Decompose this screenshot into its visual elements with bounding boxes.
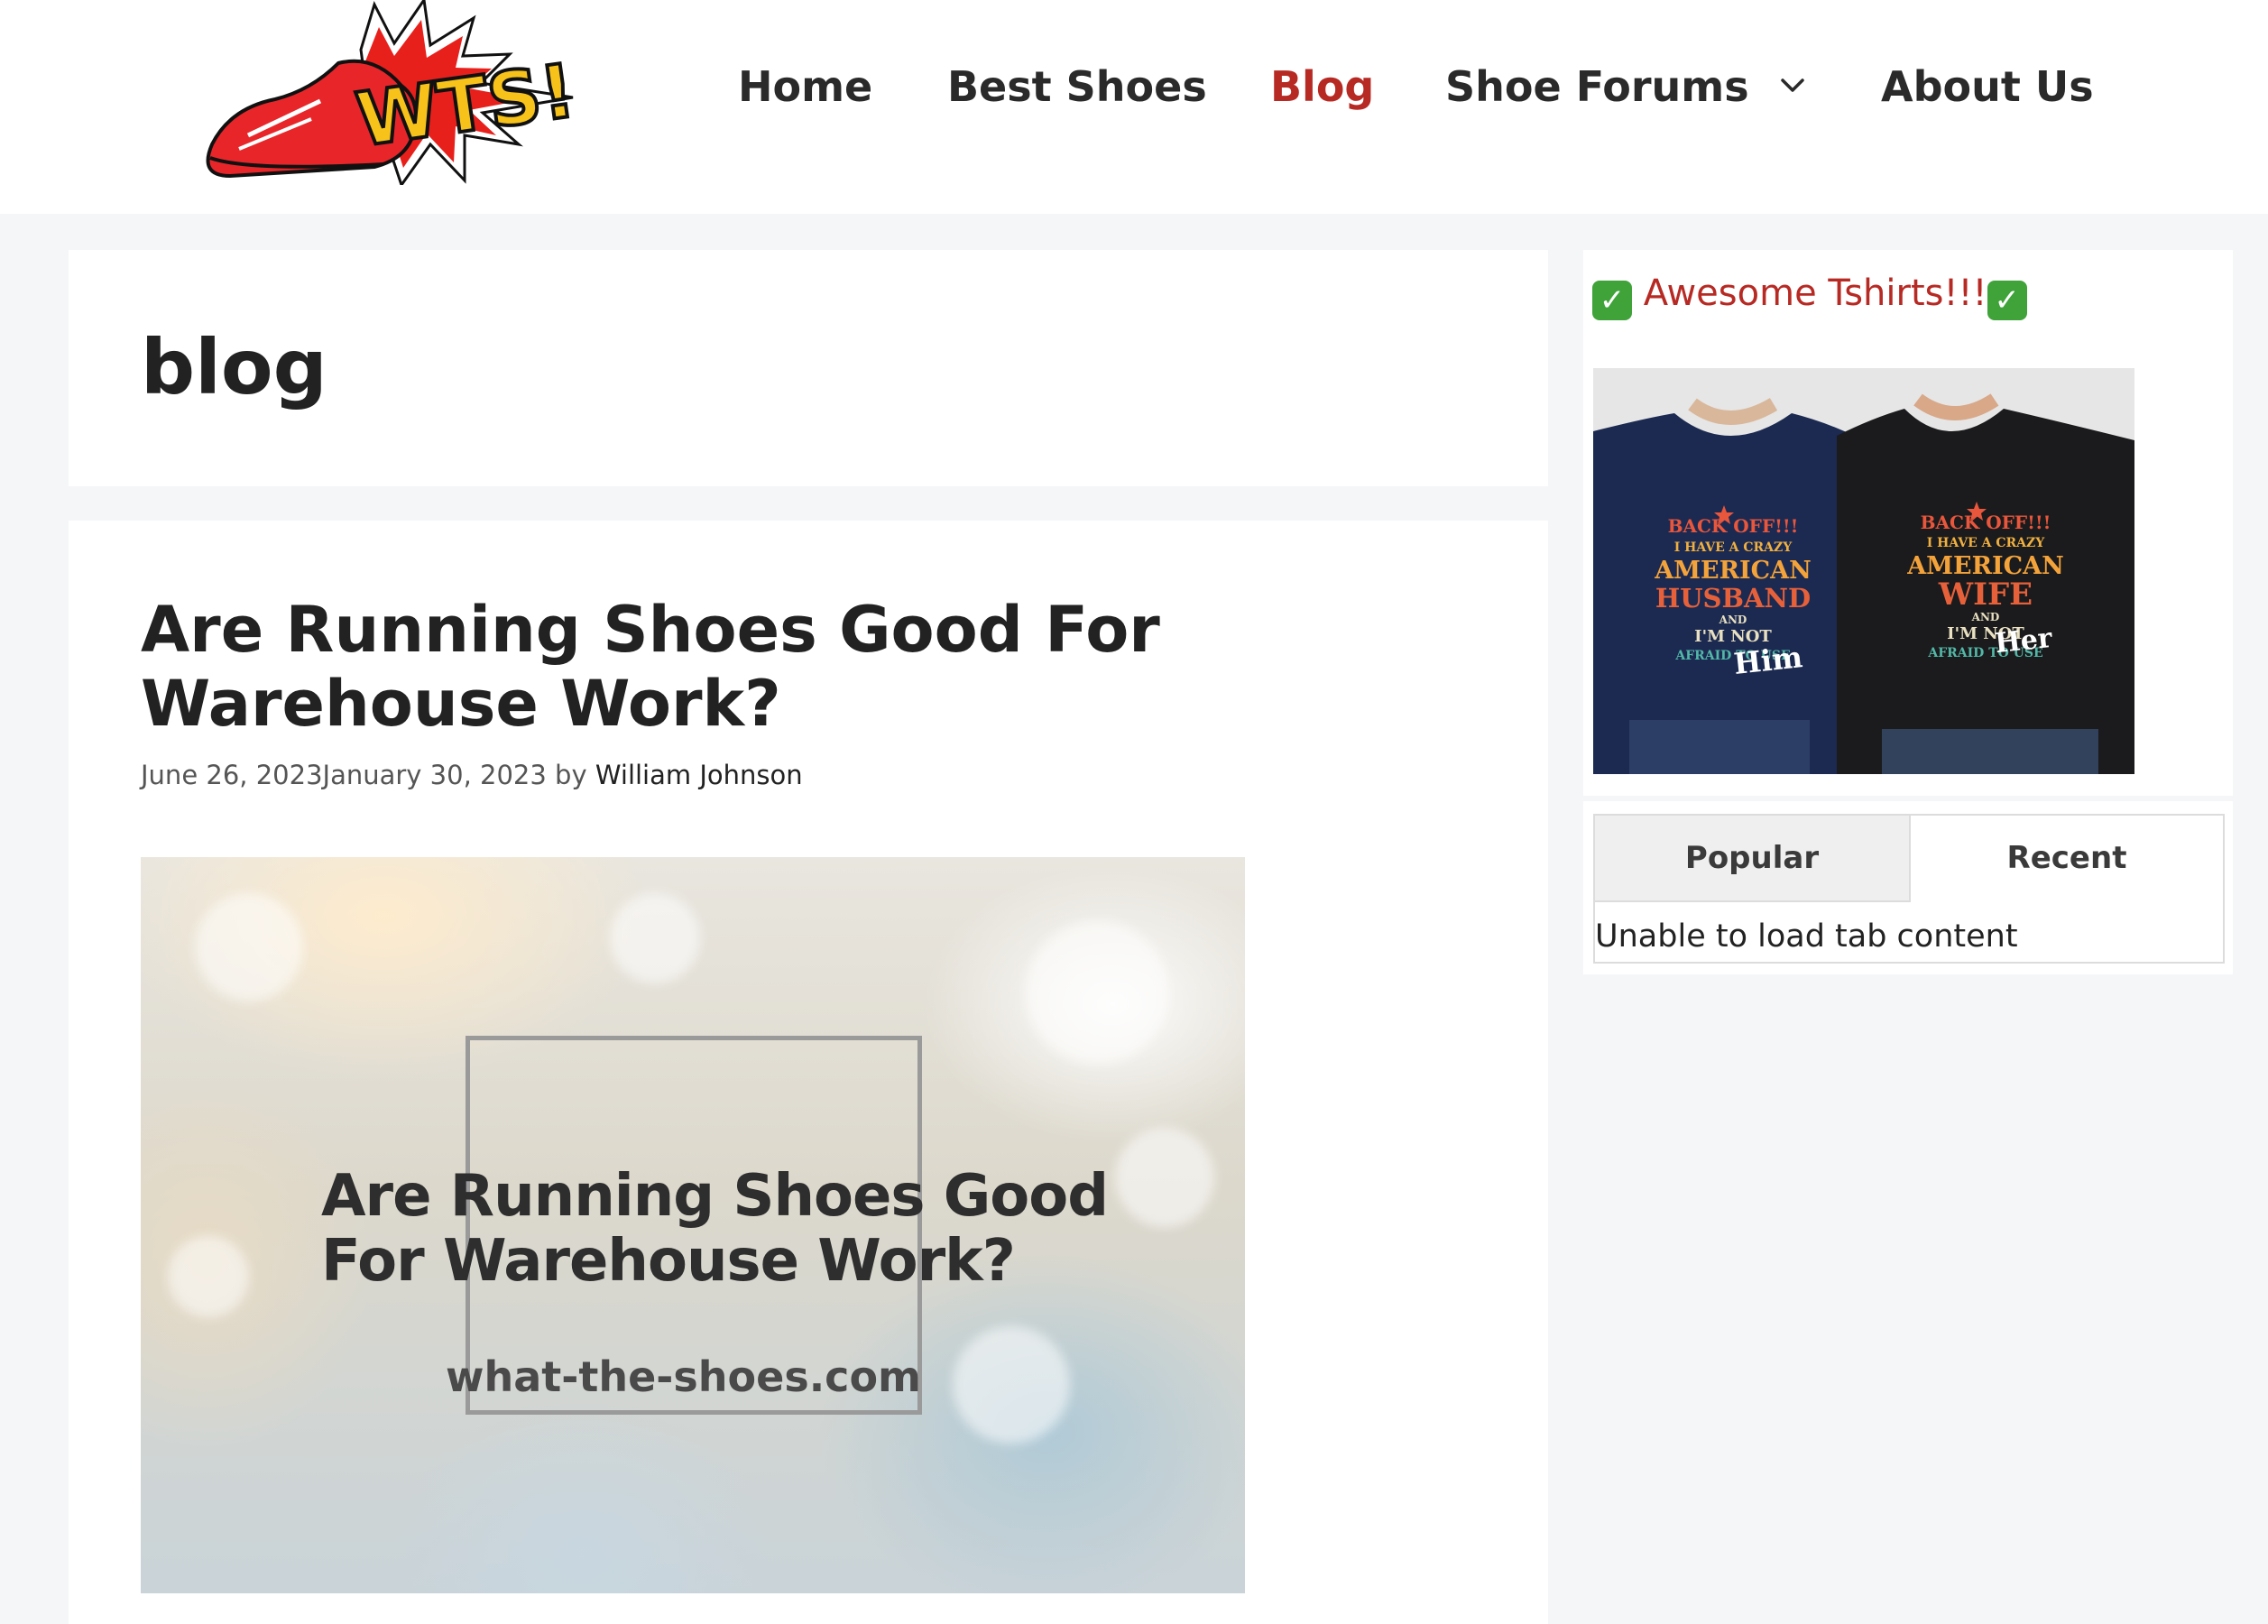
shirt1-line5: AND	[1719, 614, 1747, 626]
shirt1-line4: HUSBAND	[1655, 583, 1811, 614]
post-date-updated: January 30, 2023	[322, 760, 547, 790]
nav-home[interactable]: Home	[738, 54, 872, 119]
post-card: Are Running Shoes Good For Warehouse Wor…	[69, 521, 1548, 1624]
shirt1-line8: Him	[1732, 640, 1804, 681]
tshirts-illustration: BACK OFF!!! I HAVE A CRAZY AMERICAN HUSB…	[1593, 368, 2134, 774]
post-title[interactable]: Are Running Shoes Good For Warehouse Wor…	[141, 593, 1476, 741]
chevron-down-icon[interactable]	[1777, 70, 1808, 101]
shirt2-line8: Her	[1994, 623, 2055, 660]
shirt1-line2: I HAVE A CRAZY	[1674, 540, 1793, 555]
check-icon: ✓	[1987, 281, 2027, 320]
tshirt-ad-image[interactable]: BACK OFF!!! I HAVE A CRAZY AMERICAN HUSB…	[1593, 368, 2134, 774]
nav-about-us[interactable]: About Us	[1881, 54, 2094, 119]
ad-heading-text: Awesome Tshirts!!!	[1643, 272, 1987, 314]
shirt2-line5: AND	[1971, 611, 2000, 623]
nav-blog[interactable]: Blog	[1270, 54, 1374, 119]
sidebar-tabs-widget: Popular Recent Unable to load tab conten…	[1583, 801, 2233, 974]
tab-popular[interactable]: Popular	[1595, 816, 1911, 902]
sidebar-ad-widget: ✓ Awesome Tshirts!!! ✓ BACK OFF!!! I HAVE…	[1583, 250, 2233, 796]
shirt2-line1: BACK OFF!!!	[1921, 512, 2051, 533]
post-by: by	[555, 760, 587, 790]
image-domain: what-the-shoes.com	[446, 1352, 921, 1401]
post-meta: June 26, 2023January 30, 2023 by William…	[141, 757, 803, 793]
ad-heading[interactable]: ✓ Awesome Tshirts!!! ✓	[1592, 268, 2027, 320]
nav-best-shoes[interactable]: Best Shoes	[947, 54, 1207, 119]
tab-recent[interactable]: Recent	[1911, 816, 2223, 902]
featured-image[interactable]: Are Running Shoes Good For Warehouse Wor…	[141, 857, 1245, 1593]
image-headline: Are Running Shoes Good For Warehouse Wor…	[321, 1163, 1109, 1295]
tab-content-message: Unable to load tab content	[1595, 918, 2018, 955]
shirt2-line4: WIFE	[1938, 577, 2033, 613]
shirt2-line2: I HAVE A CRAZY	[1927, 536, 2045, 550]
site-logo[interactable]: WTS!	[194, 0, 591, 189]
page-title: blog	[141, 323, 327, 411]
nav-shoe-forums[interactable]: Shoe Forums	[1445, 54, 1749, 119]
shirt1-line1: BACK OFF!!!	[1668, 515, 1799, 537]
archive-header: blog	[69, 250, 1548, 486]
site-header: WTS! Home Best Shoes Blog Shoe Forums Ab…	[0, 0, 2268, 214]
check-icon: ✓	[1592, 281, 1632, 320]
post-author[interactable]: William Johnson	[595, 760, 803, 790]
post-date-published: June 26, 2023	[141, 760, 323, 790]
tabs-container: Popular Recent Unable to load tab conten…	[1593, 814, 2225, 964]
logo-image: WTS!	[206, 0, 582, 189]
shirt1-line3: AMERICAN	[1654, 557, 1812, 585]
